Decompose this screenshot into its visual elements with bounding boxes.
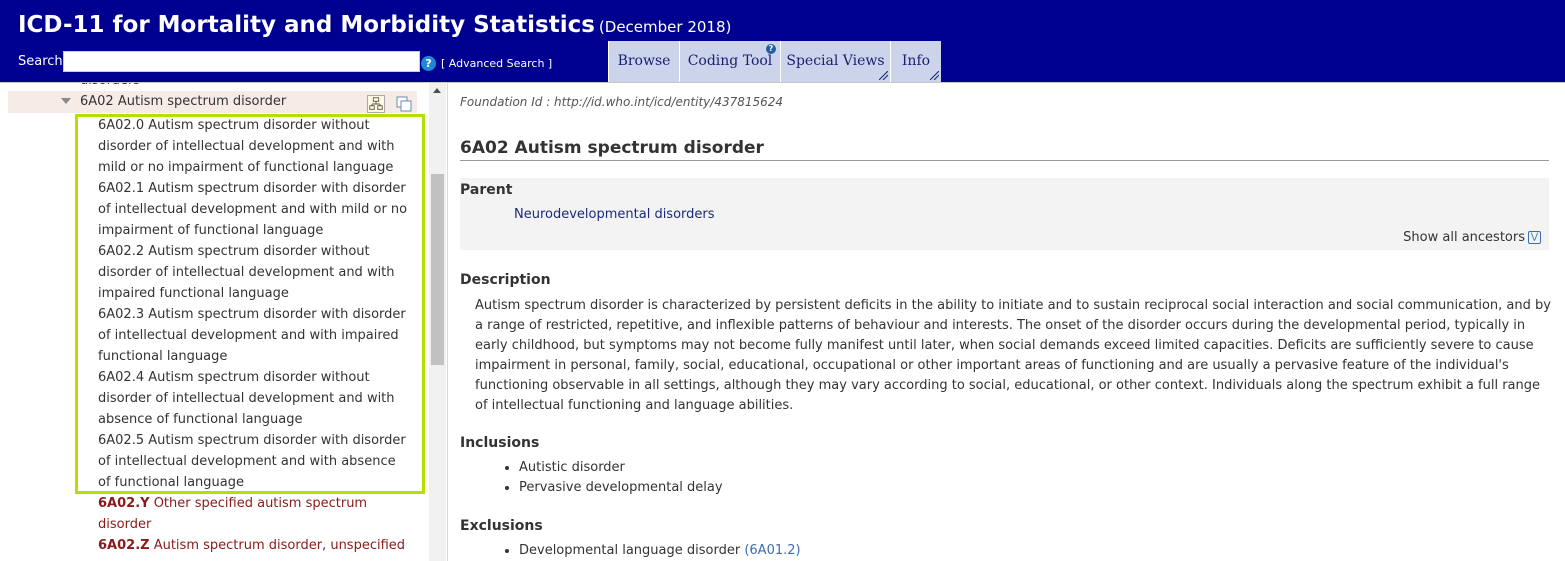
show-ancestors-link[interactable]: Show all ancestors ⋁ <box>1403 230 1541 245</box>
advanced-search-link[interactable]: [ Advanced Search ] <box>441 57 552 70</box>
parent-label: Parent <box>460 182 513 198</box>
description-text: Autism spectrum disorder is characterize… <box>475 298 1551 413</box>
tab-info[interactable]: Info <box>890 41 941 82</box>
tree-residual-item[interactable]: 6A02.Z Autism spectrum disorder, unspeci… <box>98 535 408 556</box>
classification-tree[interactable]: disorders 6A02 Autism spectrum disorder … <box>0 83 429 561</box>
tab-corner-icon <box>879 71 888 80</box>
app-edition: (December 2018) <box>598 18 732 36</box>
scrollbar-thumb[interactable] <box>431 174 444 365</box>
tab-coding-tool[interactable]: Coding Tool ? <box>679 41 780 82</box>
exclusions-list: Developmental language disorder (6A01.2) <box>487 541 801 561</box>
tab-coding-tool-label: Coding Tool <box>687 53 773 69</box>
parent-section: Parent Neurodevelopmental disorders Show… <box>460 178 1549 250</box>
inclusion-item: Pervasive developmental delay <box>519 478 723 498</box>
search-label: Search <box>18 54 63 69</box>
residual-code: 6A02.Z <box>98 538 150 553</box>
tree-item-partial[interactable]: disorders <box>80 83 140 88</box>
tree-residual-item[interactable]: 6A02.Y Other specified autism spectrum d… <box>98 493 408 535</box>
hierarchy-icon[interactable] <box>367 95 385 113</box>
show-ancestors-label: Show all ancestors <box>1403 230 1525 245</box>
foundation-id: Foundation Id : http://id.who.int/icd/en… <box>460 95 784 109</box>
app-header: ICD-11 for Mortality and Morbidity Stati… <box>0 0 1565 82</box>
description-heading: Description <box>460 272 551 288</box>
title-divider <box>460 160 1549 161</box>
entity-detail-pane: Foundation Id : http://id.who.int/icd/en… <box>448 83 1565 561</box>
inclusion-item: Autistic disorder <box>519 458 723 478</box>
search-input[interactable] <box>63 51 420 72</box>
copy-icon[interactable] <box>395 95 413 113</box>
tree-scrollbar[interactable] <box>429 83 446 561</box>
coding-tool-help-icon[interactable]: ? <box>766 44 776 54</box>
tab-corner-icon <box>930 71 939 80</box>
exclusion-item: Developmental language disorder (6A01.2) <box>519 541 801 561</box>
tab-special-views[interactable]: Special Views <box>780 41 890 82</box>
app-title: ICD-11 for Mortality and Morbidity Stati… <box>18 12 731 38</box>
exclusion-code-link[interactable]: (6A01.2) <box>744 543 800 558</box>
inclusions-list: Autistic disorder Pervasive developmenta… <box>487 458 723 498</box>
exclusion-text: Developmental language disorder <box>519 543 741 558</box>
entity-title: 6A02 Autism spectrum disorder <box>460 138 764 158</box>
tab-browse[interactable]: Browse <box>608 41 679 82</box>
scroll-up-arrow-icon[interactable] <box>433 88 441 93</box>
tab-info-label: Info <box>901 53 931 69</box>
residual-code: 6A02.Y <box>98 496 150 511</box>
tree-item-selected-label[interactable]: 6A02 Autism spectrum disorder <box>80 94 286 109</box>
residual-label: Other specified autism spectrum <box>153 496 368 511</box>
inclusions-heading: Inclusions <box>460 435 540 451</box>
help-icon[interactable]: ? <box>421 56 436 71</box>
residual-label: Autism spectrum disorder, unspecified <box>153 538 406 553</box>
residual-label-cont: disorder <box>98 517 152 532</box>
tab-browse-label: Browse <box>617 53 671 69</box>
collapse-caret-icon[interactable] <box>61 98 71 104</box>
app-title-text: ICD-11 for Mortality and Morbidity Stati… <box>18 12 595 38</box>
tab-special-views-label: Special Views <box>786 53 885 69</box>
exclusions-heading: Exclusions <box>460 518 543 534</box>
highlight-box <box>75 114 425 494</box>
expand-down-icon[interactable]: ⋁ <box>1528 231 1541 244</box>
parent-link[interactable]: Neurodevelopmental disorders <box>514 207 715 222</box>
